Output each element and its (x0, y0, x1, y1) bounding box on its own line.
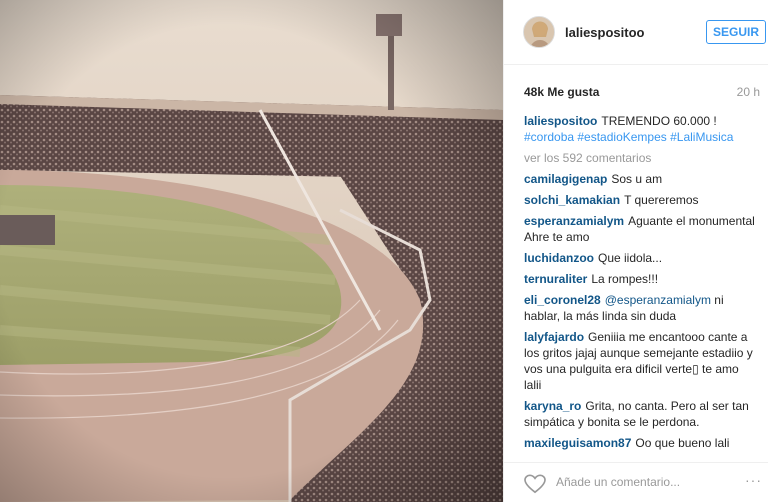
comment-username[interactable]: karyna_ro (524, 399, 581, 413)
comment-text: La rompes!!! (591, 272, 659, 286)
avatar[interactable] (523, 16, 555, 48)
post-header: laliespositoo SEGUIR (504, 0, 768, 65)
caption: laliespositoo TREMENDO 60.000 ! #cordoba … (524, 113, 756, 145)
post-sidebar: laliespositoo SEGUIR 48k Me gusta 20 h l… (503, 0, 768, 502)
comment-username[interactable]: luchidanzoo (524, 251, 594, 265)
add-comment-input[interactable]: Añade un comentario... (556, 475, 680, 489)
comment: maxileguisamon87 Oo que bueno lali (524, 435, 756, 451)
comment: ternuraliter La rompes!!! (524, 271, 756, 287)
comment-username[interactable]: ternuraliter (524, 272, 587, 286)
caption-username[interactable]: laliespositoo (524, 114, 597, 128)
comment-text: T quereremos (624, 193, 699, 207)
comment-username[interactable]: lalyfajardo (524, 330, 584, 344)
comment-username[interactable]: esperanzamialym (524, 214, 624, 228)
comment: solchi_kamakian T quereremos (524, 192, 756, 208)
comment: luchidanzoo Que iidola... (524, 250, 756, 266)
post-photo[interactable] (0, 0, 503, 502)
heart-icon[interactable] (524, 474, 546, 494)
post-username[interactable]: laliespositoo (565, 25, 644, 40)
comments-list: laliespositoo TREMENDO 60.000 ! #cordoba … (524, 113, 756, 456)
post-meta: 48k Me gusta 20 h (504, 65, 768, 109)
post-actions: Añade un comentario... ··· (504, 462, 768, 502)
comment-text: Oo que bueno lali (635, 436, 730, 450)
comment-username[interactable]: eli_coronel28 (524, 293, 601, 307)
caption-text: TREMENDO 60.000 ! (601, 114, 717, 128)
likes-count[interactable]: 48k Me gusta (524, 85, 599, 99)
instagram-post: laliespositoo SEGUIR 48k Me gusta 20 h l… (0, 0, 768, 502)
stadium-photo (0, 0, 503, 502)
comment-mention[interactable]: @esperanzamialym (605, 293, 711, 307)
more-options-icon[interactable]: ··· (745, 472, 762, 488)
comment: karyna_ro Grita, no canta. Pero al ser ta… (524, 398, 756, 430)
comment: esperanzamialym Aguante el monumental Ahr… (524, 213, 756, 245)
comment-username[interactable]: solchi_kamakian (524, 193, 620, 207)
follow-button[interactable]: SEGUIR (706, 20, 766, 44)
view-all-comments-link[interactable]: ver los 592 comentarios (524, 150, 756, 166)
post-time: 20 h (736, 85, 760, 99)
comment: lalyfajardo Geniiia me encantooo cante a … (524, 329, 756, 393)
caption-hashtags[interactable]: #cordoba #estadioKempes #LaliMusica (524, 130, 733, 144)
comment: camilagigenap Sos u am (524, 171, 756, 187)
comment-text: Sos u am (611, 172, 663, 186)
comment-username[interactable]: camilagigenap (524, 172, 607, 186)
comment-username[interactable]: maxileguisamon87 (524, 436, 631, 450)
comment: eli_coronel28 @esperanzamialym ni hablar,… (524, 292, 756, 324)
comment-text: Que iidola... (598, 251, 663, 265)
